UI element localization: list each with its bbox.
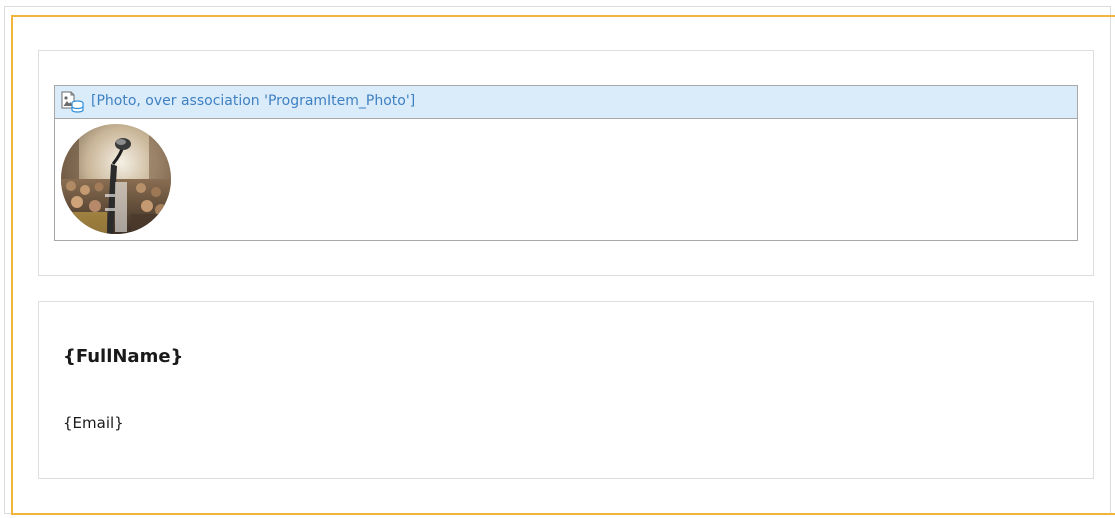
person-info-container[interactable] (38, 301, 1094, 479)
photo-image-widget[interactable]: [Photo, over association 'ProgramItem_Ph… (54, 85, 1078, 241)
email-placeholder[interactable]: {Email} (63, 414, 124, 432)
page-editor-canvas: [Photo, over association 'ProgramItem_Ph… (0, 0, 1115, 518)
image-widget-header[interactable]: [Photo, over association 'ProgramItem_Ph… (55, 86, 1077, 119)
image-datasource-icon (60, 91, 84, 113)
full-name-placeholder[interactable]: {FullName} (63, 346, 183, 367)
association-caption: [Photo, over association 'ProgramItem_Ph… (91, 93, 416, 109)
speaker-photo (61, 124, 171, 234)
